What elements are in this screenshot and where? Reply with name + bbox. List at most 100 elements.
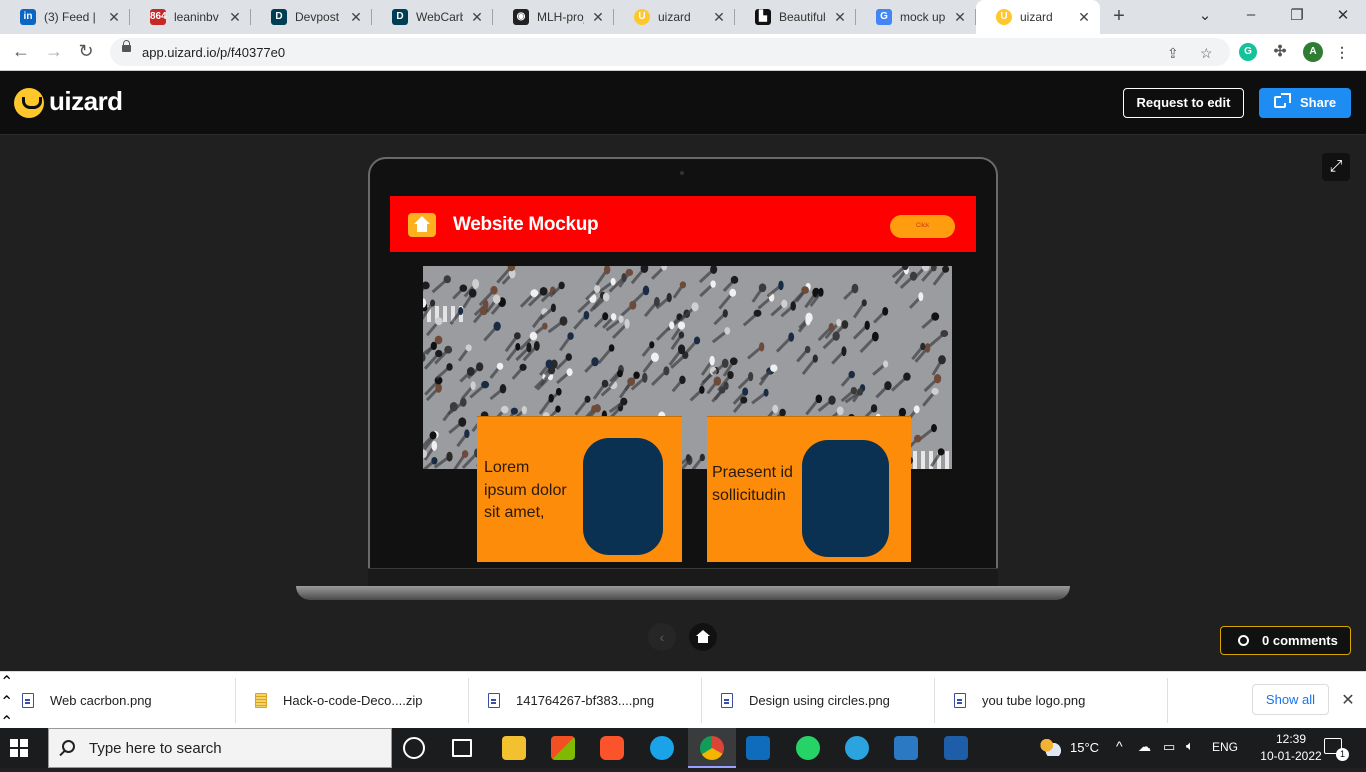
download-item[interactable]: you tube logo.png (954, 672, 1154, 729)
chrome-taskbar-item[interactable] (688, 728, 736, 768)
volume-icon[interactable]: 🔈︎ (1186, 738, 1194, 754)
browser-tab-2[interactable]: 864leaninbv✕ (130, 0, 251, 34)
request-to-edit-button[interactable]: Request to edit (1123, 88, 1244, 118)
windows-start-icon[interactable] (10, 739, 28, 757)
tab-search-icon[interactable]: ⌄ (1195, 6, 1215, 24)
mockup-home-icon[interactable] (408, 213, 436, 237)
mockup-click-button[interactable]: Click (890, 215, 955, 238)
download-item[interactable]: Design using circles.png (721, 672, 921, 729)
card-2-rounded-shape (802, 440, 889, 557)
weather-temperature[interactable]: 15°C (1070, 740, 1099, 755)
tab-label: Beautiful F (779, 10, 826, 24)
input-language[interactable]: ENG (1212, 740, 1238, 754)
restore-button[interactable]: ❐ (1287, 6, 1307, 24)
share-button-label: Share (1300, 95, 1336, 110)
outlook-icon[interactable] (746, 736, 770, 760)
comments-label: 0 comments (1262, 633, 1338, 648)
file-explorer-icon[interactable] (502, 736, 526, 760)
weather-icon[interactable] (1039, 738, 1061, 756)
close-window-button[interactable]: ✕ (1333, 6, 1353, 24)
bookmark-star-icon[interactable]: ☆ (1200, 45, 1213, 62)
reload-button[interactable]: ↻ (75, 41, 97, 62)
extensions-puzzle-icon[interactable]: ✣ (1271, 43, 1289, 61)
onedrive-cloud-icon[interactable]: ☁ (1138, 739, 1151, 755)
clock-date[interactable]: 10-01-2022 (1258, 749, 1324, 763)
close-tab-icon[interactable]: ✕ (952, 9, 968, 26)
download-separator (1167, 678, 1168, 723)
mockup-header-bar: Website Mockup Click (390, 196, 976, 252)
profile-avatar[interactable]: A (1303, 42, 1323, 62)
taskbar-search-placeholder: Type here to search (89, 740, 222, 757)
mockup-card-1[interactable]: Lorem ipsum dolor sit amet, (477, 416, 682, 562)
search-icon (62, 740, 75, 753)
download-item[interactable]: 141764267-bf383....png (488, 672, 688, 729)
new-tab-button[interactable]: + (1108, 5, 1130, 28)
mockup-card-2[interactable]: Praesent id sollicitudin (707, 416, 911, 562)
browser-tab-9[interactable]: Uuizard✕ (976, 0, 1100, 34)
brave-browser-icon[interactable] (600, 736, 624, 760)
browser-tab-8[interactable]: Gmock up w✕ (856, 0, 976, 34)
clock-time[interactable]: 12:39 (1261, 732, 1321, 746)
share-button[interactable]: Share (1259, 88, 1351, 118)
browser-tab-5[interactable]: ◉MLH-proje✕ (493, 0, 614, 34)
whatsapp-icon[interactable] (796, 736, 820, 760)
browser-menu-icon[interactable]: ⋮ (1333, 43, 1351, 61)
browser-tab-3[interactable]: DDevpost✕ (251, 0, 372, 34)
microsoft-store-icon[interactable] (551, 736, 575, 760)
video-editor-icon[interactable] (944, 736, 968, 760)
home-screen-button[interactable] (689, 623, 717, 651)
taskbar-search-box[interactable]: Type here to search (48, 728, 392, 768)
uizard-icon: U (996, 9, 1012, 25)
browser-tab-6[interactable]: Uuizard✕ (614, 0, 735, 34)
task-view-icon[interactable] (452, 739, 472, 757)
telegram-icon[interactable] (845, 736, 869, 760)
image-file-icon (954, 693, 966, 708)
close-downloads-bar-icon[interactable]: ✕ (1339, 690, 1357, 710)
tab-label: MLH-proje (537, 10, 584, 24)
share-page-icon[interactable]: ⇪ (1167, 45, 1179, 62)
mockup-screen[interactable]: Website Mockup Click Lorem ipsum dolor s… (390, 196, 976, 564)
forward-button[interactable]: → (43, 41, 65, 62)
uizard-icon: U (634, 9, 650, 25)
close-tab-icon[interactable]: ✕ (832, 9, 848, 26)
comment-bubble-icon (1238, 635, 1249, 646)
devpost-icon: D (271, 9, 287, 25)
laptop-base (296, 586, 1070, 600)
edge-browser-icon[interactable] (650, 736, 674, 760)
previous-screen-button[interactable]: ‹ (648, 623, 676, 651)
external-link-icon (1274, 96, 1286, 108)
close-tab-icon[interactable]: ✕ (1076, 9, 1092, 26)
close-tab-icon[interactable]: ✕ (106, 9, 122, 26)
photos-icon[interactable] (894, 736, 918, 760)
address-bar[interactable]: app.uizard.io/p/f40377e0 ⇪ ☆ (110, 38, 1230, 66)
back-button[interactable]: ← (10, 41, 32, 62)
windows-taskbar: Type here to search 15°C ^ ☁ ▭ 🔈︎ ENG 12… (0, 728, 1366, 768)
mockup-title: Website Mockup (453, 214, 598, 236)
tab-label: WebCarbo (416, 10, 463, 24)
browser-tab-7[interactable]: ▙Beautiful F✕ (735, 0, 856, 34)
url-text[interactable]: app.uizard.io/p/f40377e0 (142, 45, 285, 60)
cortana-icon[interactable] (403, 737, 425, 759)
minimize-button[interactable]: – (1241, 6, 1261, 23)
close-tab-icon[interactable]: ✕ (590, 9, 606, 26)
show-hidden-icons[interactable]: ^ (1116, 738, 1123, 754)
grammarly-extension-icon[interactable]: G (1239, 43, 1257, 61)
tab-label: leaninbv (174, 10, 221, 24)
browser-tab-1[interactable]: in(3) Feed | L✕ (0, 0, 130, 34)
tab-label: (3) Feed | L (44, 10, 100, 24)
download-filename: Design using circles.png (749, 693, 890, 708)
tab-label: mock up w (900, 10, 946, 24)
fullscreen-expand-icon[interactable]: ⤢ (1322, 153, 1350, 181)
comments-button[interactable]: 0 comments (1220, 626, 1351, 655)
close-tab-icon[interactable]: ✕ (227, 9, 243, 26)
close-tab-icon[interactable]: ✕ (348, 9, 364, 26)
browser-tab-4[interactable]: DWebCarbo✕ (372, 0, 493, 34)
download-item[interactable]: Hack-o-code-Deco....zip (255, 672, 455, 729)
download-item[interactable]: Web cacrbon.png (22, 672, 222, 729)
show-all-downloads-button[interactable]: Show all (1252, 684, 1329, 715)
network-icon[interactable]: ▭ (1163, 739, 1175, 755)
close-tab-icon[interactable]: ✕ (711, 9, 727, 26)
download-filename: Web cacrbon.png (50, 693, 152, 708)
close-tab-icon[interactable]: ✕ (469, 9, 485, 26)
laptop-hinge (368, 568, 998, 586)
